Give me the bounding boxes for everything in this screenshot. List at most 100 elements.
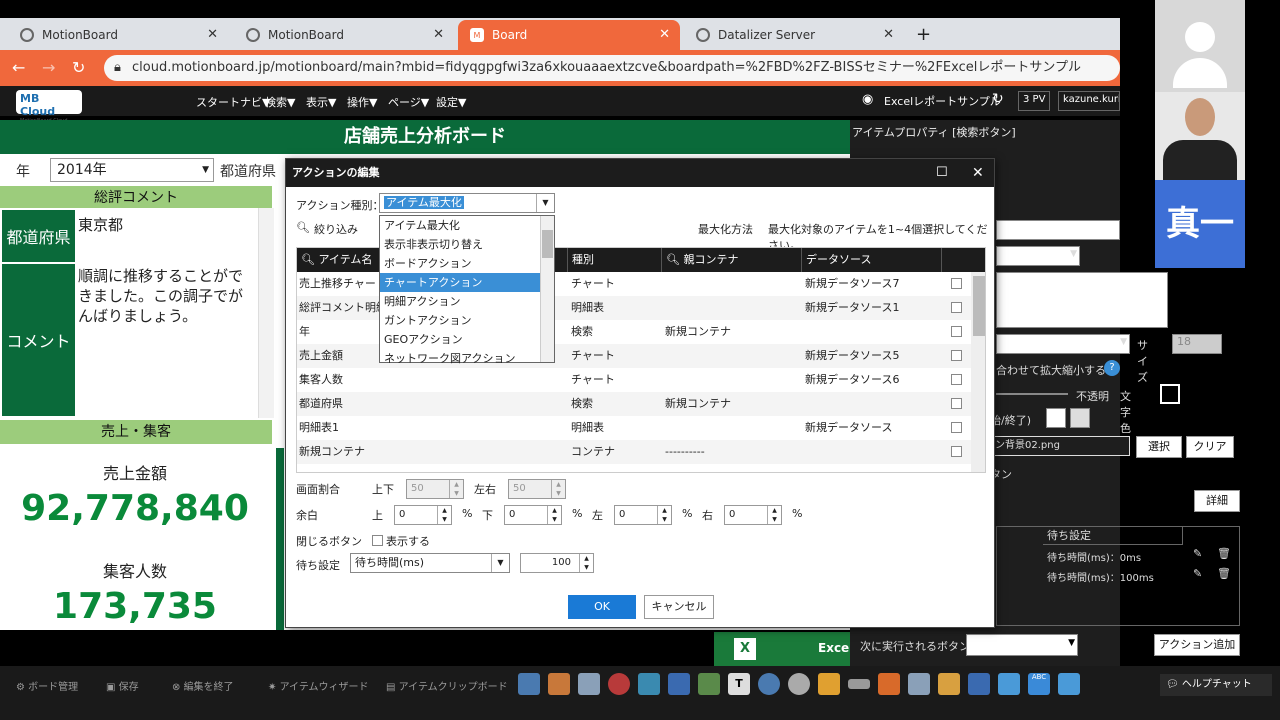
bar-chart-icon[interactable] <box>548 673 570 695</box>
table-row[interactable]: 新規コンテナ コンテナ ---------- <box>297 440 985 464</box>
stepper-icon[interactable]: ▲ ▼ <box>551 480 565 498</box>
margin-top-input[interactable]: 0 ▲ ▼ <box>394 505 452 525</box>
close-icon[interactable]: ✕ <box>207 27 218 42</box>
globe-icon[interactable] <box>758 673 780 695</box>
select-button[interactable]: 選択 <box>1136 436 1182 458</box>
stepper-icon[interactable]: ▲ ▼ <box>437 506 451 524</box>
row-checkbox[interactable] <box>951 278 962 289</box>
refresh-icon[interactable]: ↻ <box>992 91 1004 107</box>
help-chat-button[interactable]: 💬︎ ヘルプチャット <box>1160 674 1272 696</box>
close-icon[interactable]: ✕ <box>972 159 984 187</box>
back-icon[interactable]: ← <box>12 58 25 77</box>
new-tab-button[interactable]: + <box>916 24 931 45</box>
wait-ms-input[interactable]: 100 ▲ ▼ <box>520 553 594 573</box>
maximize-icon[interactable]: ☐ <box>936 159 948 187</box>
edit-icon[interactable]: ✎ <box>1193 567 1202 580</box>
margin-bottom-input[interactable]: 0 ▲ ▼ <box>504 505 562 525</box>
row-checkbox[interactable] <box>951 350 962 361</box>
table-icon[interactable] <box>578 673 600 695</box>
list-icon[interactable] <box>908 673 930 695</box>
row-checkbox[interactable] <box>951 302 962 313</box>
plus-icon[interactable] <box>1058 673 1080 695</box>
save-button[interactable]: ▣ 保存 <box>106 678 139 693</box>
menu-search[interactable]: 検索▼ <box>265 94 295 110</box>
image-icon[interactable] <box>638 673 660 695</box>
shapes-icon[interactable] <box>878 673 900 695</box>
dropdown-option[interactable]: ボードアクション <box>380 254 554 273</box>
dropdown[interactable]: ▼ <box>996 246 1080 266</box>
dropdown-scrollbar[interactable] <box>540 216 554 362</box>
text-icon[interactable]: T <box>728 673 750 695</box>
forward-icon[interactable]: → <box>42 58 55 77</box>
text-field[interactable] <box>996 220 1120 240</box>
url-field[interactable]: 🔒︎ cloud.motionboard.jp/motionboard/main… <box>104 55 1120 81</box>
abc-icon[interactable]: ABC <box>1028 673 1050 695</box>
picture-icon[interactable] <box>698 673 720 695</box>
menu-settings[interactable]: 設定▼ <box>436 94 466 110</box>
margin-left-input[interactable]: 0 ▲ ▼ <box>614 505 672 525</box>
add-action-button[interactable]: アクション追加 <box>1154 634 1240 656</box>
action-type-select[interactable]: アイテム最大化 ▼ <box>379 193 555 213</box>
item-wizard-button[interactable]: ✷ アイテムウィザード <box>268 678 369 693</box>
row-checkbox[interactable] <box>951 326 962 337</box>
dropdown-option-highlighted[interactable]: チャートアクション <box>380 273 554 292</box>
scrollbar[interactable] <box>258 208 274 418</box>
item-clipboard-button[interactable]: ▤ アイテムクリップボード <box>386 678 508 693</box>
close-icon[interactable]: ✕ <box>659 27 670 42</box>
board-manage-button[interactable]: ⚙︎ ボード管理 <box>16 678 78 693</box>
row-checkbox[interactable] <box>951 374 962 385</box>
dropdown-option[interactable]: ガントアクション <box>380 311 554 330</box>
color-swatch-1[interactable] <box>1046 408 1066 428</box>
updown-input[interactable]: 50 ▲ ▼ <box>406 479 464 499</box>
grid-scrollbar[interactable] <box>971 272 985 472</box>
chat-icon[interactable]: ◉ <box>862 92 873 107</box>
browser-tab-4[interactable]: Datalizer Server ✕ <box>684 20 904 50</box>
user-name[interactable]: kazune.kurih <box>1058 91 1120 111</box>
cube-icon[interactable] <box>998 673 1020 695</box>
scroll-thumb[interactable] <box>542 230 553 258</box>
leftright-input[interactable]: 50 ▲ ▼ <box>508 479 566 499</box>
stepper-icon[interactable]: ▲ ▼ <box>547 506 561 524</box>
browser-tab-2[interactable]: MotionBoard ✕ <box>234 20 454 50</box>
opacity-slider[interactable] <box>996 393 1068 395</box>
comment-icon[interactable] <box>788 673 810 695</box>
dropdown-option[interactable]: 表示非表示切り替え <box>380 235 554 254</box>
clear-button[interactable]: クリア <box>1186 436 1234 458</box>
help-icon[interactable]: ? <box>1104 360 1120 376</box>
browser-tab-1[interactable]: MotionBoard ✕ <box>8 20 228 50</box>
menu-view[interactable]: 表示▼ <box>306 94 336 110</box>
color-swatch-2[interactable] <box>1070 408 1090 428</box>
text-area[interactable] <box>996 272 1168 328</box>
col-header-type[interactable]: 種別 <box>567 248 661 272</box>
bg-file-field[interactable]: ン背景02.png <box>990 436 1130 456</box>
wait-row-1[interactable]: 待ち時間(ms)：0ms <box>1047 549 1141 564</box>
text-color-swatch[interactable] <box>1160 384 1180 404</box>
size-input[interactable]: 18 <box>1172 334 1222 354</box>
row-checkbox[interactable] <box>951 398 962 409</box>
col-header-datasource[interactable]: データソース <box>801 248 941 272</box>
next-button-select[interactable]: ▼ <box>966 634 1078 656</box>
wait-select[interactable]: 待ち時間(ms) ▼ <box>350 553 510 573</box>
dropdown-option[interactable]: 明細アクション <box>380 292 554 311</box>
dropdown-option[interactable]: アイテム最大化 <box>380 216 554 235</box>
trash-icon[interactable]: 🗑︎ <box>1217 547 1231 560</box>
menu-page[interactable]: ページ▼ <box>388 94 429 110</box>
trash-icon[interactable]: 🗑︎ <box>1217 567 1231 580</box>
close-icon[interactable]: ✕ <box>883 27 894 42</box>
col-header-parent[interactable]: 🔍︎ 親コンテナ <box>661 248 801 272</box>
row-checkbox[interactable] <box>951 422 962 433</box>
stepper-icon[interactable]: ▲ ▼ <box>657 506 671 524</box>
dropdown-option[interactable]: ネットワーク図アクション <box>380 349 554 368</box>
menu-start-navi[interactable]: スタートナビ▼ <box>196 94 270 110</box>
folder-icon[interactable] <box>818 673 840 695</box>
ok-button[interactable]: OK <box>568 595 636 619</box>
excel-button[interactable]: X Excel <box>714 632 853 666</box>
scroll-thumb[interactable] <box>973 276 985 336</box>
cancel-button[interactable]: キャンセル <box>644 595 714 619</box>
button-icon[interactable] <box>848 679 870 689</box>
detail-button[interactable]: 詳細 <box>1194 490 1240 512</box>
menu-operation[interactable]: 操作▼ <box>347 94 377 110</box>
table-row[interactable]: 都道府県 検索 新規コンテナ <box>297 392 985 416</box>
network-icon[interactable] <box>668 673 690 695</box>
end-edit-button[interactable]: ⊗ 編集を終了 <box>172 678 234 693</box>
